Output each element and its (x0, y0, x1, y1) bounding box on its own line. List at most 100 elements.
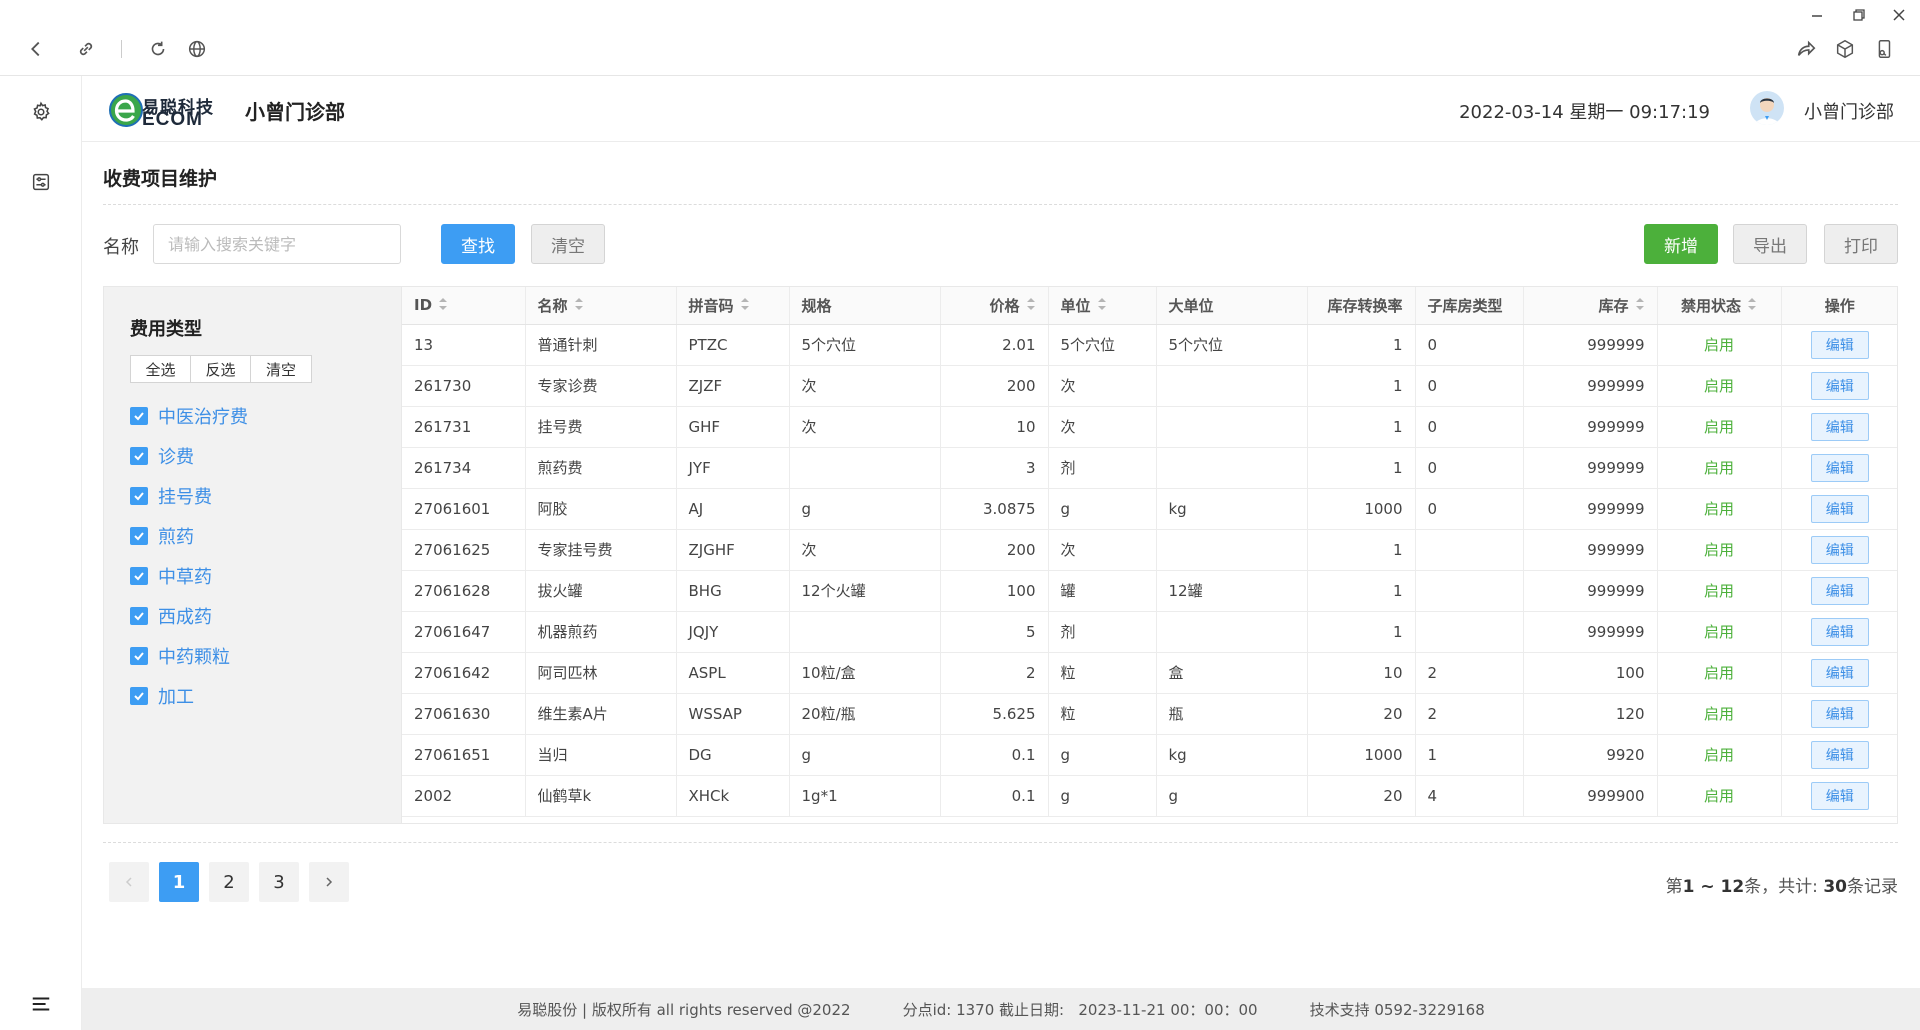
edit-button[interactable]: 编辑 (1810, 781, 1869, 810)
menu-collapse-icon[interactable] (27, 990, 55, 1018)
fee-type-label[interactable]: 中药颗粒 (158, 643, 230, 669)
share-icon[interactable] (1792, 35, 1820, 63)
table-row[interactable]: 2002 仙鹤草k XHCk 1g*1 0.1 g g 20 4 999900 启用 编辑 (402, 775, 1897, 817)
column-header[interactable]: 库存 (1523, 287, 1658, 325)
cube-icon[interactable] (1831, 35, 1859, 63)
table-cell (1415, 611, 1524, 653)
edit-button[interactable]: 编辑 (1810, 740, 1869, 769)
edit-button[interactable]: 编辑 (1810, 494, 1869, 523)
sort-icon[interactable] (1635, 297, 1645, 315)
fee-type-label[interactable]: 中医治疗费 (158, 403, 248, 429)
column-header[interactable]: 禁用状态 (1657, 287, 1782, 325)
fee-type-item[interactable]: 加工 (130, 683, 194, 709)
column-header[interactable]: 名称 (525, 287, 677, 325)
table-row[interactable]: 13 普通针刺 PTZC 5个穴位 2.01 5个穴位 5个穴位 1 0 999999 启用 编辑 (402, 324, 1897, 366)
page-number-button[interactable]: 3 (259, 862, 299, 902)
table-row[interactable]: 27061630 维生素A片 WSSAP 20粒/瓶 5.625 粒瓶 20 2 120 启用 编辑 (402, 693, 1897, 735)
table-row[interactable]: 261734 煎药费 JYF 3 剂 1 0 999999 启用 编辑 (402, 447, 1897, 489)
checkbox-checked-icon[interactable] (130, 447, 148, 465)
column-header-label: 操作 (1824, 296, 1855, 315)
user-name[interactable]: 小曾门诊部 (1804, 98, 1894, 124)
checkbox-checked-icon[interactable] (130, 647, 148, 665)
table-cell: 1g*1 (789, 775, 941, 817)
table-row[interactable]: 261731 挂号费 GHF 次 10 次 1 0 999999 启用 编辑 (402, 406, 1897, 448)
link-icon[interactable] (72, 35, 100, 63)
table-row[interactable]: 27061651 当归 DG g 0.1 g kg 1000 1 9920 启用 编辑 (402, 734, 1897, 776)
edit-button[interactable]: 编辑 (1810, 576, 1869, 605)
sort-icon[interactable] (1026, 297, 1036, 315)
edit-button[interactable]: 编辑 (1810, 371, 1869, 400)
fee-type-item[interactable]: 西成药 (130, 603, 212, 629)
status-cell: 启用 (1657, 570, 1782, 612)
clear-search-button[interactable]: 清空 (531, 224, 605, 264)
user-avatar[interactable] (1750, 91, 1784, 125)
fee-type-item[interactable]: 煎药 (130, 523, 194, 549)
edit-button[interactable]: 编辑 (1810, 699, 1869, 728)
table-cell: 1 (1307, 611, 1416, 653)
column-header[interactable]: 价格 (940, 287, 1049, 325)
fee-type-item[interactable]: 中医治疗费 (130, 403, 248, 429)
search-input[interactable] (153, 224, 401, 264)
fee-type-item[interactable]: 挂号费 (130, 483, 212, 509)
table-cell: 1 (1307, 447, 1416, 489)
sort-icon[interactable] (438, 297, 448, 315)
back-icon[interactable] (22, 35, 50, 63)
select-all-button[interactable]: 全选 (131, 356, 191, 382)
edit-button[interactable]: 编辑 (1810, 412, 1869, 441)
clear-selection-button[interactable]: 清空 (251, 356, 311, 382)
fee-type-label[interactable]: 挂号费 (158, 483, 212, 509)
fee-type-item[interactable]: 中草药 (130, 563, 212, 589)
table-row[interactable]: 27061642 阿司匹林 ASPL 10粒/盒 2 粒盒 10 2 100 启用 编辑 (402, 652, 1897, 694)
close-icon[interactable] (1886, 4, 1912, 26)
edit-button[interactable]: 编辑 (1810, 617, 1869, 646)
globe-icon[interactable] (183, 35, 211, 63)
settings-gear-icon[interactable] (27, 98, 55, 126)
sort-icon[interactable] (1097, 297, 1107, 315)
column-header[interactable]: ID (402, 287, 526, 325)
fee-type-label[interactable]: 中草药 (158, 563, 212, 589)
prev-page-button[interactable] (109, 862, 149, 902)
checkbox-checked-icon[interactable] (130, 487, 148, 505)
panel-settings-icon[interactable] (27, 168, 55, 196)
table-row[interactable]: 261730 专家诊费 ZJZF 次 200 次 1 0 999999 启用 编辑 (402, 365, 1897, 407)
column-header[interactable]: 单位 (1048, 287, 1157, 325)
checkbox-checked-icon[interactable] (130, 527, 148, 545)
invert-selection-button[interactable]: 反选 (191, 356, 251, 382)
table-row[interactable]: 27061625 专家挂号费 ZJGHF 次 200 次 1 999999 启用 编辑 (402, 529, 1897, 571)
status-cell: 启用 (1657, 324, 1782, 366)
fee-type-item[interactable]: 诊费 (130, 443, 194, 469)
sort-icon[interactable] (574, 297, 584, 315)
page-number-button[interactable]: 2 (209, 862, 249, 902)
table-cell: 次 (1048, 365, 1157, 407)
add-button[interactable]: 新增 (1644, 224, 1718, 264)
fee-type-label[interactable]: 加工 (158, 683, 194, 709)
sort-icon[interactable] (1747, 297, 1757, 315)
table-row[interactable]: 27061647 机器煎药 JQJY 5 剂 1 999999 启用 编辑 (402, 611, 1897, 653)
edit-button[interactable]: 编辑 (1810, 658, 1869, 687)
sort-icon[interactable] (740, 297, 750, 315)
edit-button[interactable]: 编辑 (1810, 453, 1869, 482)
refresh-icon[interactable] (144, 35, 172, 63)
table-row[interactable]: 27061601 阿胶 AJ g 3.0875 g kg 1000 0 999999 启用 编辑 (402, 488, 1897, 530)
device-icon[interactable] (1870, 35, 1898, 63)
table-row[interactable]: 27061628 拔火罐 BHG 12个火罐 100 罐 12罐 1 999999 启用 编辑 (402, 570, 1897, 612)
restore-icon[interactable] (1846, 4, 1872, 26)
edit-button[interactable]: 编辑 (1810, 330, 1869, 359)
fee-type-label[interactable]: 西成药 (158, 603, 212, 629)
fee-type-label[interactable]: 诊费 (158, 443, 194, 469)
edit-button[interactable]: 编辑 (1810, 535, 1869, 564)
print-button[interactable]: 打印 (1824, 224, 1898, 264)
page-number-button[interactable]: 1 (159, 862, 199, 902)
export-button[interactable]: 导出 (1733, 224, 1807, 264)
checkbox-checked-icon[interactable] (130, 407, 148, 425)
checkbox-checked-icon[interactable] (130, 687, 148, 705)
find-button[interactable]: 查找 (441, 224, 515, 264)
fee-type-tools: 全选 反选 清空 (130, 355, 312, 383)
fee-type-label[interactable]: 煎药 (158, 523, 194, 549)
checkbox-checked-icon[interactable] (130, 607, 148, 625)
checkbox-checked-icon[interactable] (130, 567, 148, 585)
column-header[interactable]: 拼音码 (676, 287, 790, 325)
fee-type-item[interactable]: 中药颗粒 (130, 643, 230, 669)
next-page-button[interactable] (309, 862, 349, 902)
minimize-icon[interactable] (1804, 4, 1830, 26)
